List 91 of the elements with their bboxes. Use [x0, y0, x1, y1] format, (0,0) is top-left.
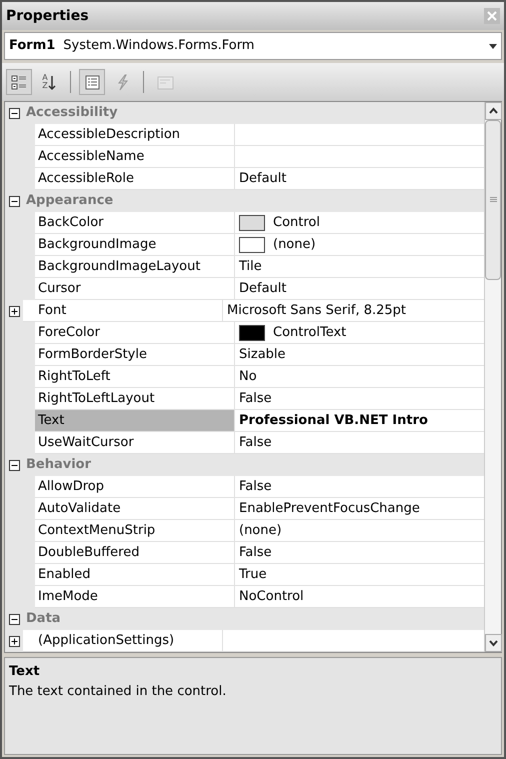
- value-cell[interactable]: False: [235, 388, 484, 410]
- property-name[interactable]: Cursor: [35, 278, 235, 300]
- collapse-icon[interactable]: [9, 108, 20, 118]
- property-name[interactable]: AccessibleRole: [35, 168, 235, 190]
- property-name[interactable]: AccessibleDescription: [35, 124, 235, 146]
- property-name[interactable]: UseWaitCursor: [35, 432, 235, 454]
- property-value[interactable]: False: [239, 432, 272, 452]
- property-value[interactable]: (none): [273, 234, 316, 254]
- value-cell[interactable]: Control: [235, 212, 484, 234]
- value-cell[interactable]: [235, 124, 484, 146]
- value-cell[interactable]: Sizable: [235, 344, 484, 366]
- property-value[interactable]: Default: [239, 168, 286, 188]
- property-name[interactable]: Font: [23, 300, 223, 322]
- value-cell[interactable]: [235, 146, 484, 168]
- property-name[interactable]: RightToLeft: [35, 366, 235, 388]
- property-value[interactable]: No: [239, 366, 257, 386]
- value-cell[interactable]: [223, 630, 484, 652]
- property-name[interactable]: ForeColor: [35, 322, 235, 344]
- description-text: The text contained in the control.: [9, 682, 228, 700]
- scroll-thumb[interactable]: [485, 120, 501, 280]
- property-value[interactable]: EnablePreventFocusChange: [239, 498, 420, 518]
- property-name[interactable]: BackColor: [35, 212, 235, 234]
- value-cell[interactable]: Microsoft Sans Serif, 8.25pt: [223, 300, 484, 322]
- value-cell[interactable]: (none): [235, 234, 484, 256]
- sort-letters: A Z: [42, 74, 48, 90]
- down-arrow-icon: [48, 74, 56, 90]
- property-value[interactable]: (none): [239, 520, 282, 540]
- value-cell[interactable]: (none): [235, 520, 484, 542]
- value-cell[interactable]: EnablePreventFocusChange: [235, 498, 484, 520]
- property-name[interactable]: Enabled: [35, 564, 235, 586]
- object-selector[interactable]: Form1 System.Windows.Forms.Form: [4, 32, 502, 60]
- property-value[interactable]: Professional VB.NET Intro: [239, 410, 428, 430]
- property-name[interactable]: (ApplicationSettings): [23, 630, 223, 652]
- property-name[interactable]: AutoValidate: [35, 498, 235, 520]
- value-cell[interactable]: Tile: [235, 256, 484, 278]
- close-icon: [487, 11, 497, 21]
- property-name[interactable]: DoubleBuffered: [35, 542, 235, 564]
- scroll-down-icon[interactable]: [485, 634, 502, 652]
- category-header[interactable]: Appearance: [26, 191, 114, 211]
- property-name[interactable]: ContextMenuStrip: [35, 520, 235, 542]
- scroll-up-icon[interactable]: [485, 102, 502, 120]
- property-value[interactable]: Tile: [239, 256, 262, 276]
- value-cell[interactable]: Default: [235, 168, 484, 190]
- grip-icon: [490, 197, 496, 203]
- categorized-view-button[interactable]: [6, 69, 32, 95]
- collapse-icon[interactable]: [9, 196, 20, 206]
- property-name[interactable]: FormBorderStyle: [35, 344, 235, 366]
- categorized-view-icon: [10, 74, 28, 90]
- value-cell[interactable]: False: [235, 476, 484, 498]
- expand-icon[interactable]: [9, 636, 20, 646]
- property-name[interactable]: Text: [35, 410, 235, 432]
- object-name: Form1: [9, 37, 56, 56]
- property-name[interactable]: ImeMode: [35, 586, 235, 608]
- property-value[interactable]: Default: [239, 278, 286, 298]
- value-cell[interactable]: False: [235, 432, 484, 454]
- expand-icon[interactable]: [9, 306, 20, 316]
- value-cell[interactable]: NoControl: [235, 586, 484, 608]
- category-header[interactable]: Accessibility: [26, 103, 118, 123]
- property-value[interactable]: NoControl: [239, 586, 304, 606]
- object-type: System.Windows.Forms.Form: [63, 37, 256, 56]
- value-cell[interactable]: ControlText: [235, 322, 484, 344]
- scrollbar[interactable]: [484, 102, 501, 652]
- value-cell[interactable]: False: [235, 542, 484, 564]
- property-value[interactable]: True: [239, 564, 267, 584]
- window-title: Properties: [6, 6, 89, 26]
- value-cell[interactable]: Default: [235, 278, 484, 300]
- category-header[interactable]: Data: [26, 609, 61, 629]
- dropdown-arrow-icon: [489, 44, 497, 48]
- property-value[interactable]: False: [239, 476, 272, 496]
- property-name[interactable]: BackgroundImage: [35, 234, 235, 256]
- property-value[interactable]: ControlText: [273, 322, 346, 342]
- sort-alphabetical-button[interactable]: A Z: [36, 69, 62, 95]
- property-name[interactable]: RightToLeftLayout: [35, 388, 235, 410]
- property-name[interactable]: AccessibleName: [35, 146, 235, 168]
- value-cell[interactable]: Professional VB.NET Intro: [235, 410, 484, 432]
- list-button[interactable]: [79, 69, 105, 95]
- list-icon: [84, 74, 100, 90]
- property-value[interactable]: Sizable: [239, 344, 286, 364]
- category-header[interactable]: Behavior: [26, 455, 92, 475]
- value-cell[interactable]: No: [235, 366, 484, 388]
- property-value[interactable]: Microsoft Sans Serif, 8.25pt: [227, 300, 406, 320]
- property-name[interactable]: BackgroundImageLayout: [35, 256, 235, 278]
- property-value[interactable]: Control: [273, 212, 320, 232]
- property-value[interactable]: False: [239, 542, 272, 562]
- value-cell[interactable]: True: [235, 564, 484, 586]
- property-name[interactable]: AllowDrop: [35, 476, 235, 498]
- collapse-icon[interactable]: [9, 460, 20, 470]
- property-value[interactable]: False: [239, 388, 272, 408]
- description-title: Text: [9, 663, 41, 681]
- property-pages-icon: [156, 74, 174, 90]
- collapse-icon[interactable]: [9, 614, 20, 624]
